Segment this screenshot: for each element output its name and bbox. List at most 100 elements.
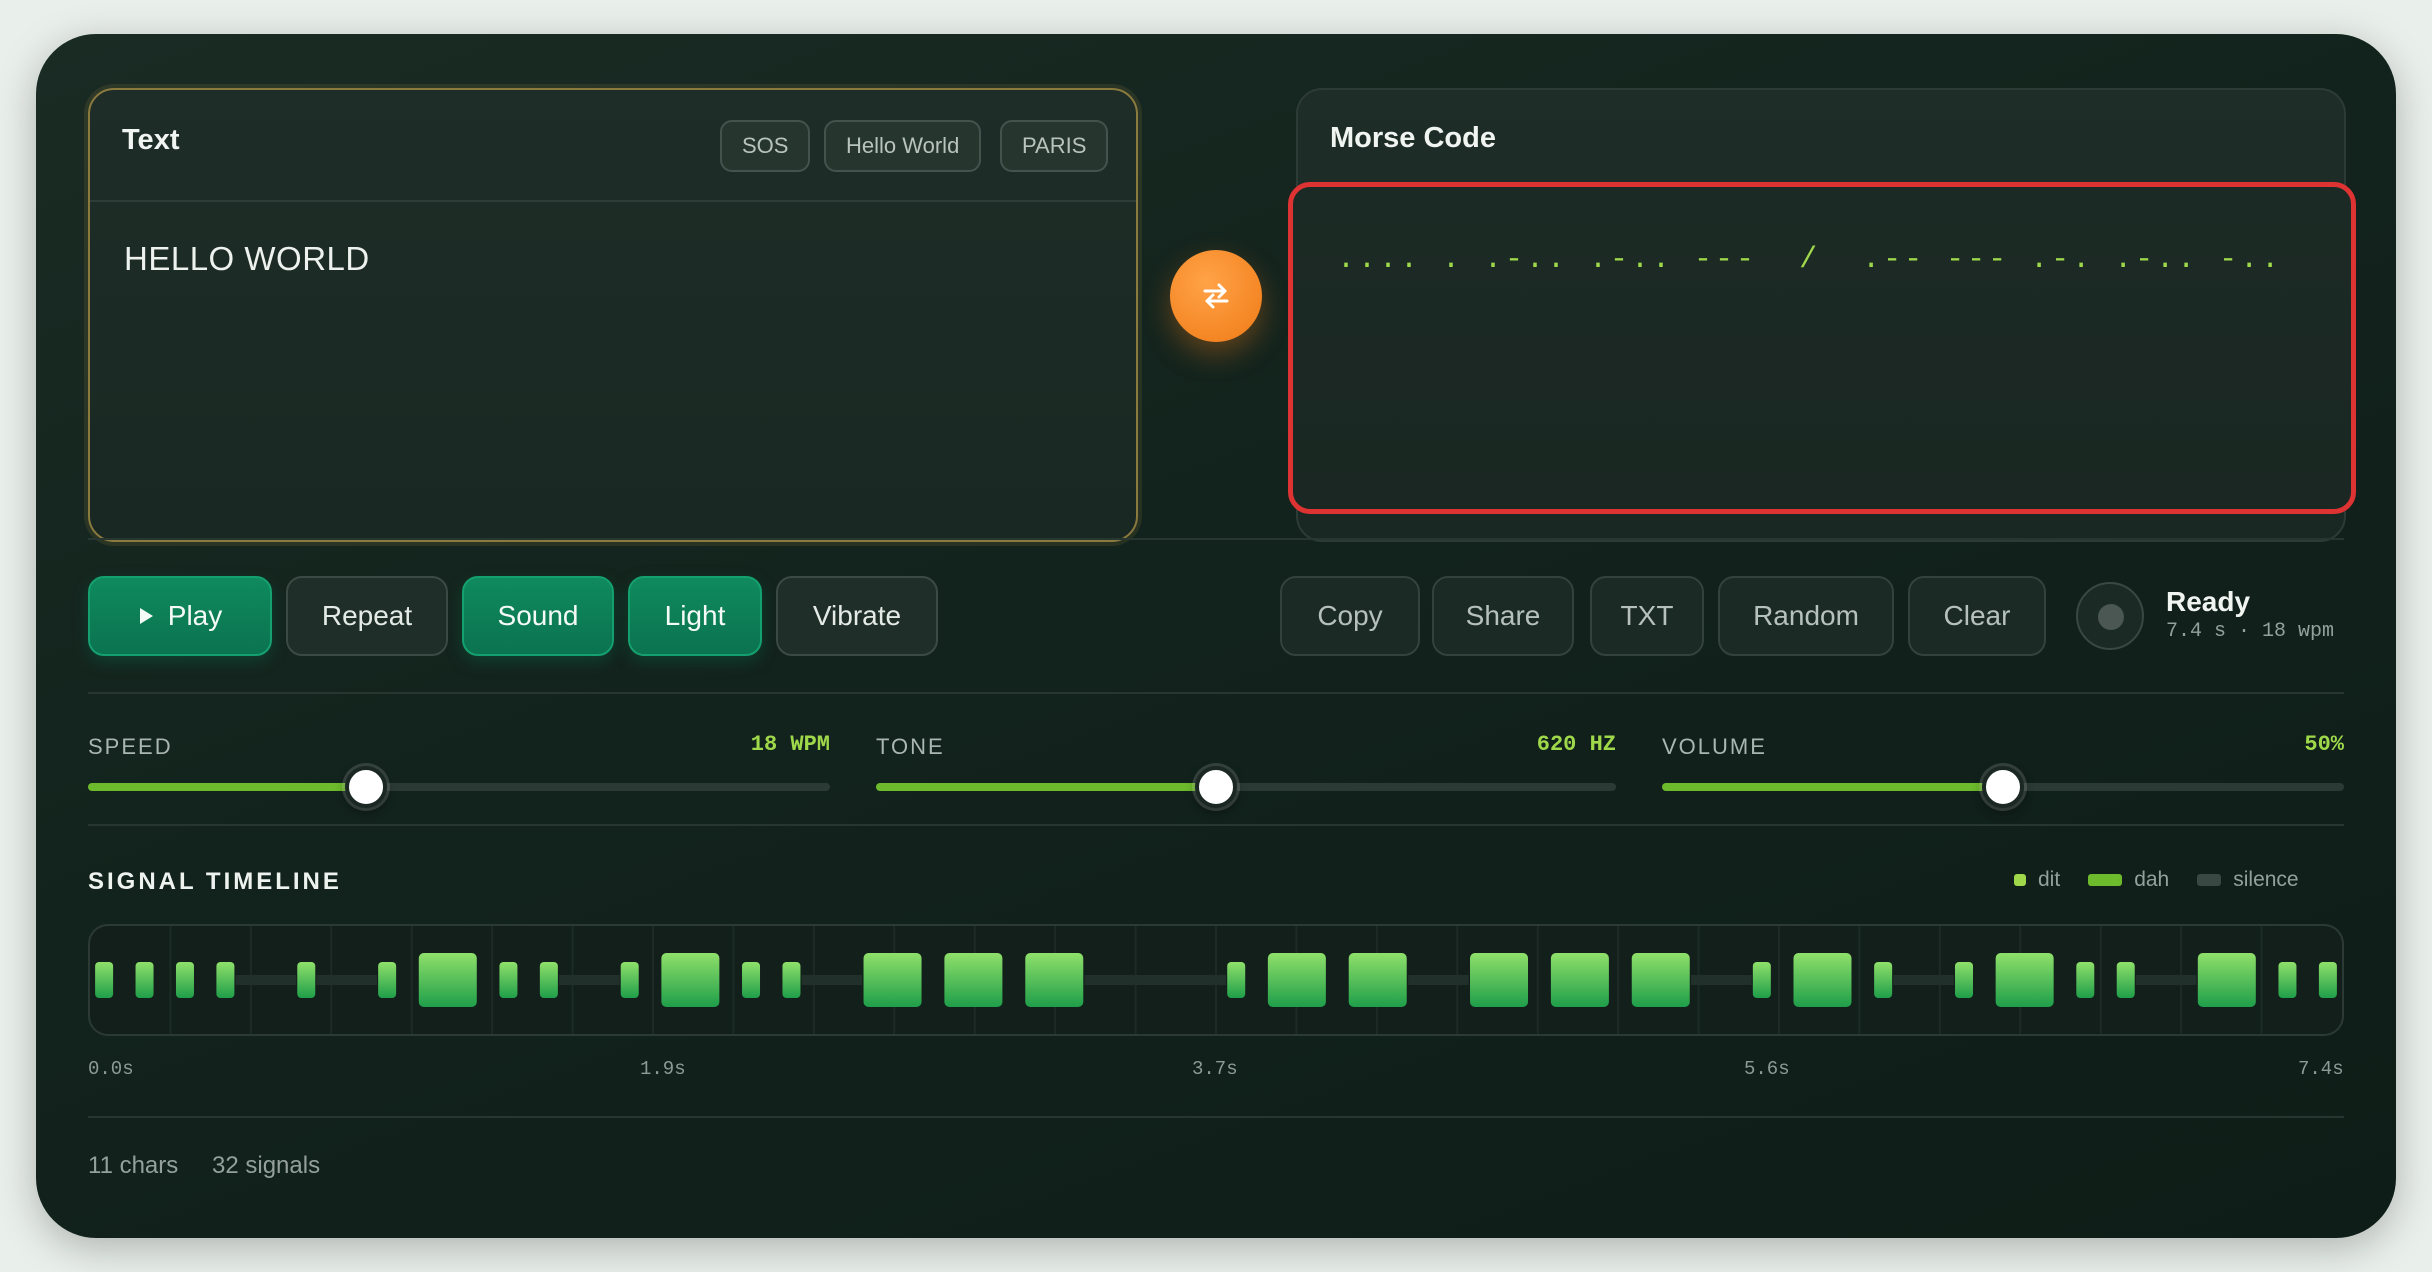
morse-panel-title: Morse Code (1330, 122, 1496, 154)
timeline-dit (1955, 962, 1973, 998)
sound-label: Sound (497, 600, 579, 631)
timeline-dit (539, 962, 558, 998)
signal-timeline-title: SIGNAL TIMELINE (88, 868, 342, 895)
char-count: 11 chars (88, 1152, 179, 1179)
copy-button[interactable]: Copy (1280, 576, 1420, 656)
timeline-tick: 7.4s (2298, 1058, 2344, 1080)
dah-swatch-icon (2088, 874, 2123, 886)
preset-sos-button[interactable]: SOS (720, 120, 811, 172)
text-input[interactable]: HELLO WORLD (124, 240, 370, 278)
timeline-tick: 1.9s (640, 1058, 686, 1080)
timeline-dit (2278, 962, 2297, 998)
tone-slider-fill (876, 783, 1217, 791)
timeline-dit (378, 962, 397, 998)
speed-slider-handle[interactable] (345, 766, 388, 808)
timeline-silence (1893, 975, 1954, 985)
legend-dah-label: dah (2134, 868, 2170, 891)
clear-label: Clear (1943, 600, 2011, 631)
timeline-dit (95, 962, 114, 998)
text-panel: Text SOS Hello World PARIS HELLO WORLD (88, 88, 1138, 542)
timeline-dah (1267, 953, 1326, 1007)
timeline-silence (1408, 975, 1469, 985)
timeline-silence (316, 975, 378, 985)
morse-output-field[interactable]: .... . .-.. .-.. --- / .-- --- .-. .-.. … (1288, 182, 2356, 514)
timeline-dah (1631, 953, 1690, 1007)
tone-value: 620 HZ (1536, 732, 1616, 757)
swap-button[interactable] (1170, 250, 1262, 342)
volume-slider[interactable] (1662, 766, 2344, 808)
share-button[interactable]: Share (1432, 576, 1574, 656)
timeline-silence (2135, 975, 2197, 985)
play-button[interactable]: Play (88, 576, 272, 656)
text-panel-header: Text SOS Hello World PARIS (90, 90, 1136, 202)
tone-slider[interactable] (876, 766, 1616, 808)
timeline-dit (216, 962, 235, 998)
timeline-dah (944, 953, 1003, 1007)
divider (88, 1116, 2344, 1118)
timeline-dah (1470, 953, 1529, 1007)
txt-label: TXT (1620, 600, 1674, 631)
status-title: Ready (2166, 586, 2251, 617)
timeline-tick: 5.6s (1744, 1058, 1790, 1080)
signal-timeline (88, 924, 2344, 1036)
volume-slider-handle[interactable] (1982, 766, 2024, 808)
tone-label: TONE (876, 734, 945, 759)
timeline-dit (2076, 962, 2095, 998)
timeline-dah (418, 953, 477, 1007)
legend-dit-label: dit (2038, 868, 2061, 891)
preset-paris-button[interactable]: PARIS (1000, 120, 1109, 172)
timeline-dah (1793, 953, 1852, 1007)
timeline-dah (2197, 953, 2256, 1007)
timeline-dah (1025, 953, 1084, 1007)
legend-silence-label: silence (2233, 868, 2299, 891)
timeline-dit (175, 962, 194, 998)
timeline-dit (620, 962, 639, 998)
volume-slider-fill (1662, 783, 2003, 791)
timeline-dah (661, 953, 720, 1007)
timeline-dit (2116, 962, 2135, 998)
timeline-dit (2318, 962, 2337, 998)
timeline-silence (801, 975, 863, 985)
morse-panel: Morse Code .... . .-.. .-.. --- / .-- --… (1288, 88, 2356, 542)
random-label: Random (1753, 600, 1859, 631)
timeline-dit (1752, 962, 1771, 998)
speed-value: 18 WPM (750, 732, 830, 757)
share-label: Share (1465, 600, 1541, 631)
repeat-button[interactable]: Repeat (286, 576, 448, 656)
morse-translator-app: Text SOS Hello World PARIS HELLO WORLD M… (36, 34, 2396, 1238)
status-detail: 7.4 s · 18 wpm (2166, 620, 2335, 643)
tone-slider-handle[interactable] (1195, 766, 1238, 808)
timeline-silence (1691, 975, 1752, 985)
speed-slider[interactable] (88, 766, 830, 808)
light-toggle[interactable]: Light (628, 576, 762, 656)
divider (88, 824, 2344, 826)
timeline-legend: dit dah silence (2014, 868, 2299, 892)
random-button[interactable]: Random (1718, 576, 1894, 656)
volume-value: 50% (2304, 732, 2344, 757)
timeline-dah (863, 953, 922, 1007)
timeline-dah (1550, 953, 1609, 1007)
sound-toggle[interactable]: Sound (462, 576, 614, 656)
divider (88, 538, 2344, 540)
timeline-silence (558, 975, 620, 985)
speed-label: SPEED (88, 734, 173, 759)
preset-hello-world-button[interactable]: Hello World (824, 120, 982, 172)
timeline-dit (1227, 962, 1246, 998)
vibrate-toggle[interactable]: Vibrate (776, 576, 938, 656)
timeline-silence (235, 975, 297, 985)
divider (88, 692, 2344, 694)
play-icon (139, 608, 153, 624)
vibrate-label: Vibrate (812, 600, 902, 631)
copy-label: Copy (1317, 600, 1383, 631)
speed-slider-fill (88, 783, 367, 791)
timeline-dit (499, 962, 518, 998)
timeline-dit (297, 962, 316, 998)
txt-export-button[interactable]: TXT (1590, 576, 1704, 656)
timeline-tick: 0.0s (88, 1058, 134, 1080)
timeline-silence (1084, 975, 1227, 985)
clear-button[interactable]: Clear (1908, 576, 2046, 656)
swap-arrows-icon (1203, 283, 1229, 309)
timeline-dit (782, 962, 801, 998)
text-panel-title: Text (122, 124, 180, 156)
timeline-dah (1348, 953, 1407, 1007)
